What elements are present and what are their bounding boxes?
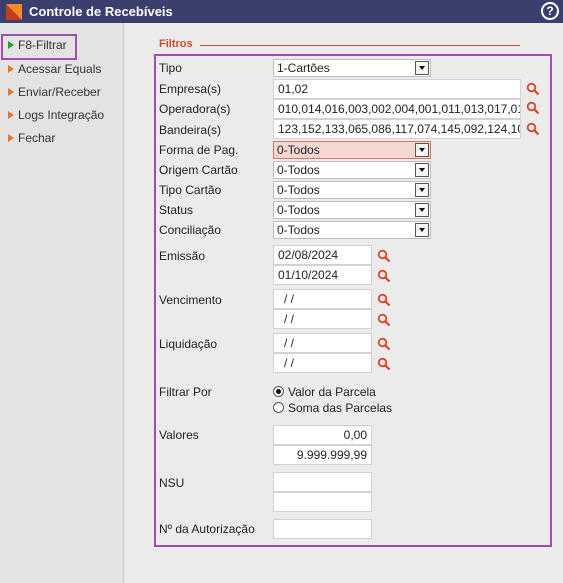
- emissao-label: Emissão: [159, 249, 206, 263]
- empresa-value: 01,02: [278, 82, 309, 96]
- window-title: Controle de Recebíveis: [29, 4, 173, 19]
- emissao-from-value: 02/08/2024: [278, 248, 339, 262]
- vencimento-to-value: / /: [284, 312, 295, 326]
- search-icon[interactable]: [377, 337, 391, 351]
- search-icon[interactable]: [377, 293, 391, 307]
- valor-parcela-label: Valor da Parcela: [288, 385, 376, 399]
- conciliacao-select[interactable]: 0-Todos: [273, 221, 431, 239]
- search-icon[interactable]: [377, 313, 391, 327]
- tipo-select[interactable]: 1-Cartões: [273, 59, 431, 77]
- bandeira-value: 123,152,133,065,086,117,074,145,092,124,…: [278, 122, 521, 136]
- tipo-cartao-label: Tipo Cartão: [159, 183, 222, 197]
- sidebar-item-label: Fechar: [18, 131, 56, 145]
- status-value: 0-Todos: [277, 203, 320, 217]
- chevron-down-icon[interactable]: [415, 203, 429, 217]
- play-arrow-icon: [8, 133, 14, 142]
- vencimento-label: Vencimento: [159, 293, 222, 307]
- forma-pag-label: Forma de Pag.: [159, 143, 239, 157]
- autorizacao-label: Nº da Autorização: [159, 522, 255, 536]
- valor-parcela-radio[interactable]: Valor da Parcela: [273, 385, 376, 399]
- sidebar-item-label: Enviar/Receber: [18, 85, 101, 99]
- liquidacao-from-value: / /: [284, 336, 295, 350]
- operadora-field[interactable]: 010,014,016,003,002,004,001,011,013,017,…: [273, 99, 521, 119]
- autorizacao-field[interactable]: [273, 519, 372, 539]
- search-icon[interactable]: [377, 249, 391, 263]
- sidebar: [0, 23, 124, 583]
- search-icon[interactable]: [526, 101, 540, 115]
- liquidacao-to-field[interactable]: / /: [273, 353, 372, 373]
- tipo-label: Tipo: [159, 61, 182, 75]
- soma-parcelas-label: Soma das Parcelas: [288, 401, 393, 415]
- chevron-down-icon[interactable]: [415, 61, 429, 75]
- origem-cartao-select[interactable]: 0-Todos: [273, 161, 431, 179]
- status-select[interactable]: 0-Todos: [273, 201, 431, 219]
- valores-from-value: 0,00: [343, 428, 367, 442]
- origem-cartao-value: 0-Todos: [277, 163, 320, 177]
- bandeira-field[interactable]: 123,152,133,065,086,117,074,145,092,124,…: [273, 119, 521, 139]
- vencimento-to-field[interactable]: / /: [273, 309, 372, 329]
- bandeira-label: Bandeira(s): [159, 123, 222, 137]
- legend-divider: [200, 45, 520, 46]
- forma-pag-select[interactable]: 0-Todos: [273, 141, 431, 159]
- chevron-down-icon[interactable]: [415, 223, 429, 237]
- chevron-down-icon[interactable]: [415, 163, 429, 177]
- vencimento-from-value: / /: [284, 292, 295, 306]
- liquidacao-from-field[interactable]: / /: [273, 333, 372, 353]
- valores-label: Valores: [159, 428, 199, 442]
- app-logo-icon: [6, 4, 22, 20]
- emissao-to-value: 01/10/2024: [278, 268, 339, 282]
- emissao-from-field[interactable]: 02/08/2024: [273, 245, 372, 265]
- origem-cartao-label: Origem Cartão: [159, 163, 238, 177]
- chevron-down-icon[interactable]: [415, 183, 429, 197]
- vencimento-from-field[interactable]: / /: [273, 289, 372, 309]
- filters-legend: Filtros: [159, 38, 193, 50]
- sidebar-item-acessar-equals[interactable]: Acessar Equals: [8, 62, 101, 80]
- sidebar-item-label: F8-Filtrar: [18, 38, 67, 52]
- sidebar-item-label: Logs Integração: [18, 108, 105, 122]
- liquidacao-label: Liquidação: [159, 337, 218, 351]
- search-icon[interactable]: [377, 357, 391, 371]
- valores-from-field[interactable]: 0,00: [273, 425, 372, 445]
- tipo-cartao-value: 0-Todos: [277, 183, 320, 197]
- search-icon[interactable]: [526, 122, 540, 136]
- nsu-from-field[interactable]: [273, 472, 372, 492]
- sidebar-item-filtrar[interactable]: F8-Filtrar: [1, 34, 77, 60]
- operadora-value: 010,014,016,003,002,004,001,011,013,017,…: [278, 102, 521, 116]
- play-arrow-icon: [8, 64, 14, 73]
- operadora-label: Operadora(s): [159, 102, 231, 116]
- play-arrow-icon: [8, 87, 14, 96]
- search-icon[interactable]: [377, 269, 391, 283]
- tipo-cartao-select[interactable]: 0-Todos: [273, 181, 431, 199]
- emissao-to-field[interactable]: 01/10/2024: [273, 265, 372, 285]
- sidebar-item-label: Acessar Equals: [18, 62, 102, 76]
- sidebar-item-fechar[interactable]: Fechar: [8, 131, 55, 149]
- search-icon[interactable]: [526, 82, 540, 96]
- valores-to-field[interactable]: 9.999.999,99: [273, 445, 372, 465]
- nsu-to-field[interactable]: [273, 492, 372, 512]
- liquidacao-to-value: / /: [284, 356, 295, 370]
- forma-pag-value: 0-Todos: [277, 143, 320, 157]
- sidebar-item-enviar-receber[interactable]: Enviar/Receber: [8, 85, 101, 103]
- tipo-value: 1-Cartões: [277, 61, 330, 75]
- nsu-label: NSU: [159, 476, 185, 490]
- play-arrow-icon: [8, 40, 14, 49]
- status-label: Status: [159, 203, 194, 217]
- help-icon[interactable]: ?: [541, 2, 559, 20]
- radio-selected-icon[interactable]: [273, 386, 284, 397]
- sidebar-item-logs-integracao[interactable]: Logs Integração: [8, 108, 104, 126]
- filtrar-por-label: Filtrar Por: [159, 385, 212, 399]
- empresa-label: Empresa(s): [159, 82, 222, 96]
- radio-unselected-icon[interactable]: [273, 402, 284, 413]
- conciliacao-label: Conciliação: [159, 223, 222, 237]
- chevron-down-icon[interactable]: [415, 143, 429, 157]
- valores-to-value: 9.999.999,99: [296, 448, 367, 462]
- play-arrow-icon: [8, 110, 14, 119]
- empresa-field[interactable]: 01,02: [273, 79, 521, 99]
- soma-parcelas-radio[interactable]: Soma das Parcelas: [273, 401, 392, 415]
- conciliacao-value: 0-Todos: [277, 223, 320, 237]
- title-bar: Controle de Recebíveis ?: [0, 0, 563, 23]
